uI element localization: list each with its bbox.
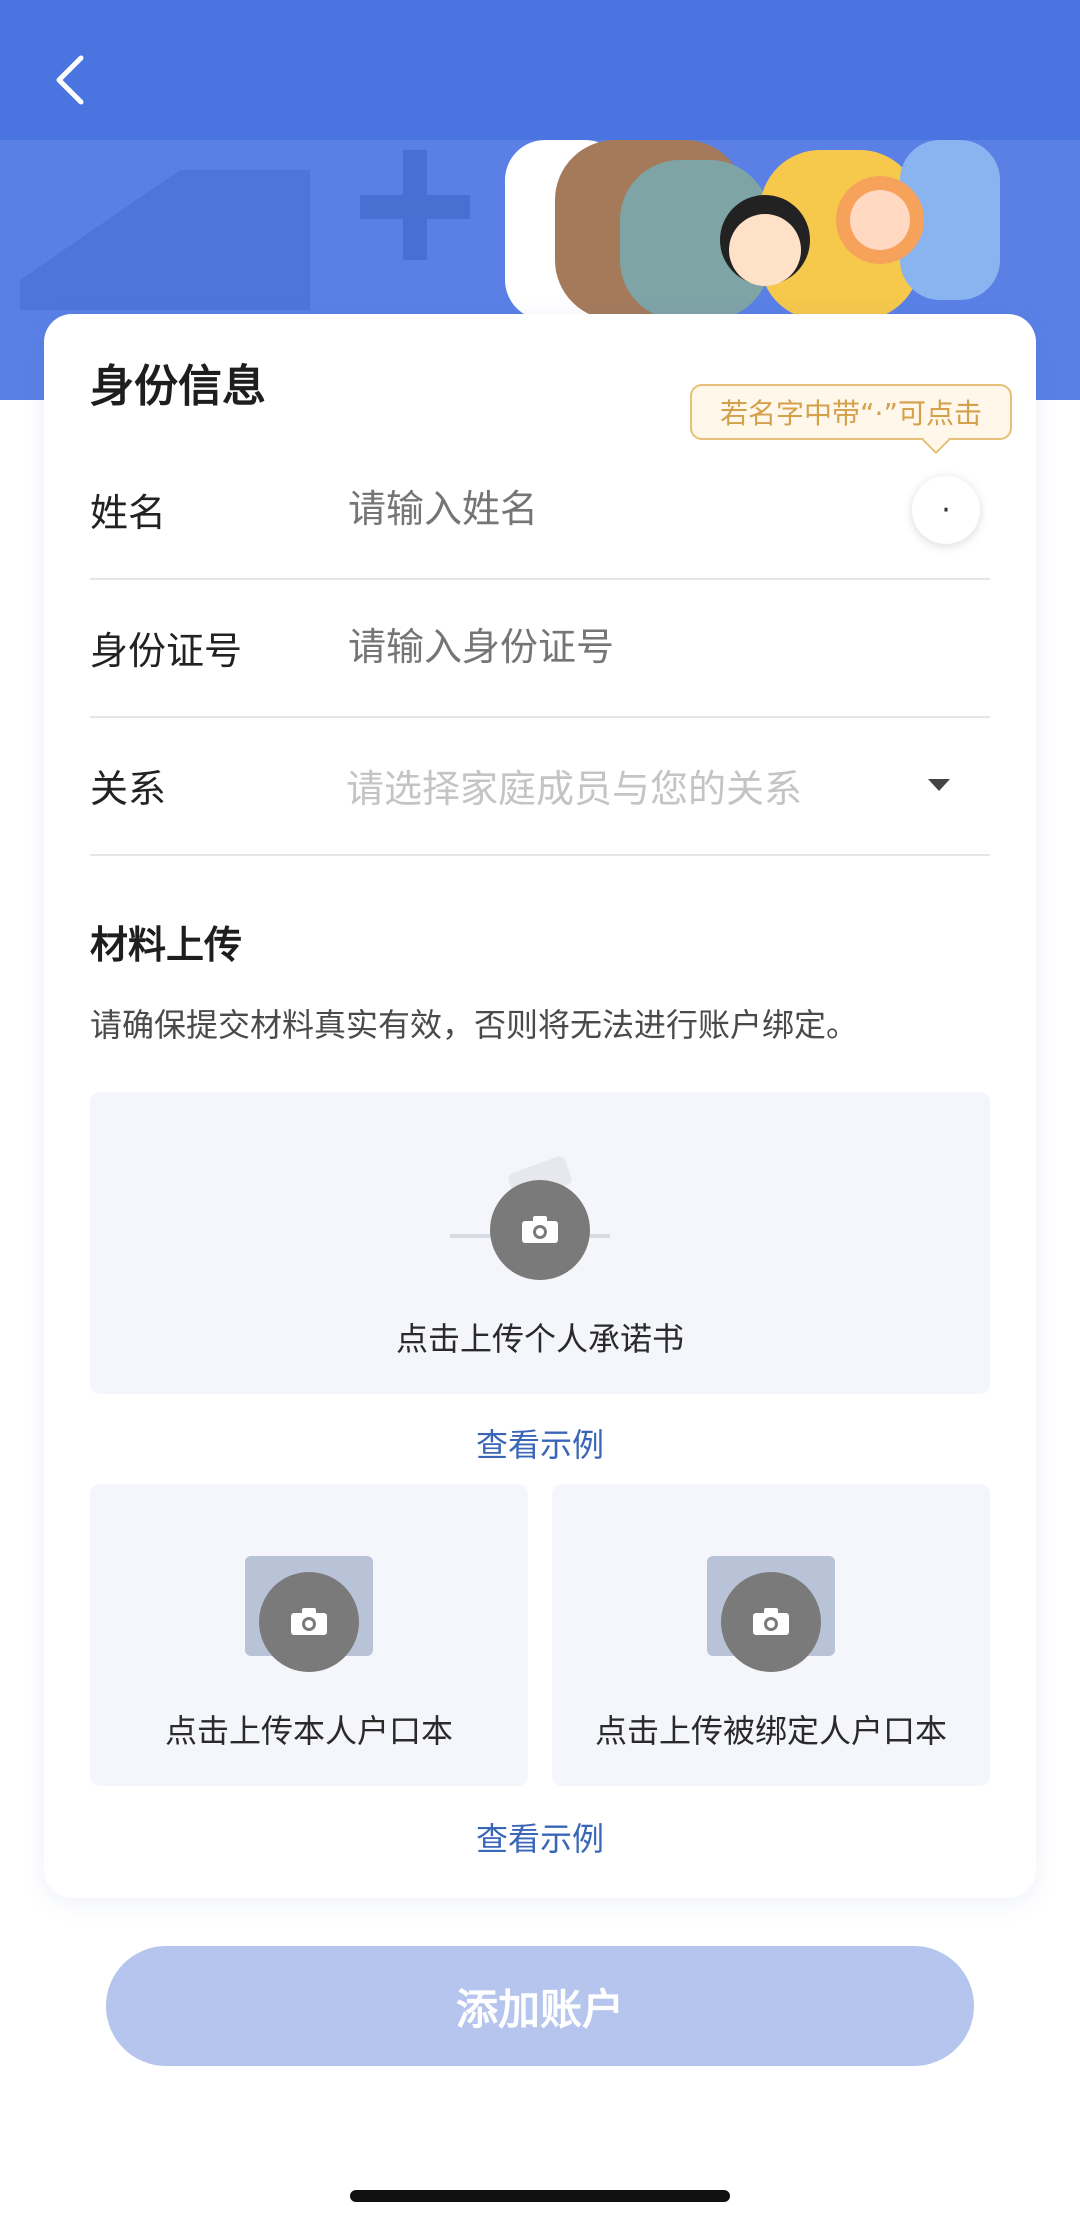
relation-placeholder: 请选择家庭成员与您的关系 <box>346 766 803 811</box>
header-bar <box>0 0 1080 140</box>
name-row: 姓名 <box>90 440 990 580</box>
materials-section-title: 材料上传 <box>90 923 243 967</box>
caret-down-icon <box>928 779 950 791</box>
camera-icon <box>721 1572 821 1672</box>
form-card: 身份信息 若名字中带“·”可点击 · 姓名 身份证号 关系 请选择家庭成员与您的… <box>44 314 1036 1898</box>
id-number-row: 身份证号 <box>90 578 990 718</box>
id-number-label: 身份证号 <box>90 628 243 673</box>
identity-section-title: 身份信息 <box>90 361 266 412</box>
name-input[interactable] <box>346 486 990 532</box>
camera-icon <box>490 1180 590 1280</box>
relation-select[interactable]: 关系 请选择家庭成员与您的关系 <box>90 716 990 856</box>
id-number-input[interactable] <box>346 624 990 670</box>
upload-bound-hukou-button[interactable]: 点击上传被绑定人户口本 <box>552 1484 990 1786</box>
materials-description: 请确保提交材料真实有效，否则将无法进行账户绑定。 <box>90 1006 859 1044</box>
upload-pledge-button[interactable]: 点击上传个人承诺书 <box>90 1092 990 1394</box>
upload-pledge-label: 点击上传个人承诺书 <box>395 1320 684 1358</box>
upload-own-hukou-label: 点击上传本人户口本 <box>164 1712 453 1750</box>
view-example-link-1[interactable]: 查看示例 <box>44 1420 1036 1466</box>
camera-icon <box>259 1572 359 1672</box>
back-button[interactable] <box>40 40 100 120</box>
upload-own-hukou-button[interactable]: 点击上传本人户口本 <box>90 1484 528 1786</box>
name-label: 姓名 <box>90 490 167 535</box>
chevron-left-icon <box>56 55 84 105</box>
home-indicator <box>350 2190 730 2202</box>
name-dot-tip: 若名字中带“·”可点击 <box>690 384 1012 440</box>
add-account-button[interactable]: 添加账户 <box>106 1946 974 2066</box>
relation-label: 关系 <box>90 766 167 811</box>
view-example-link-2[interactable]: 查看示例 <box>44 1814 1036 1860</box>
upload-bound-hukou-label: 点击上传被绑定人户口本 <box>594 1712 947 1750</box>
